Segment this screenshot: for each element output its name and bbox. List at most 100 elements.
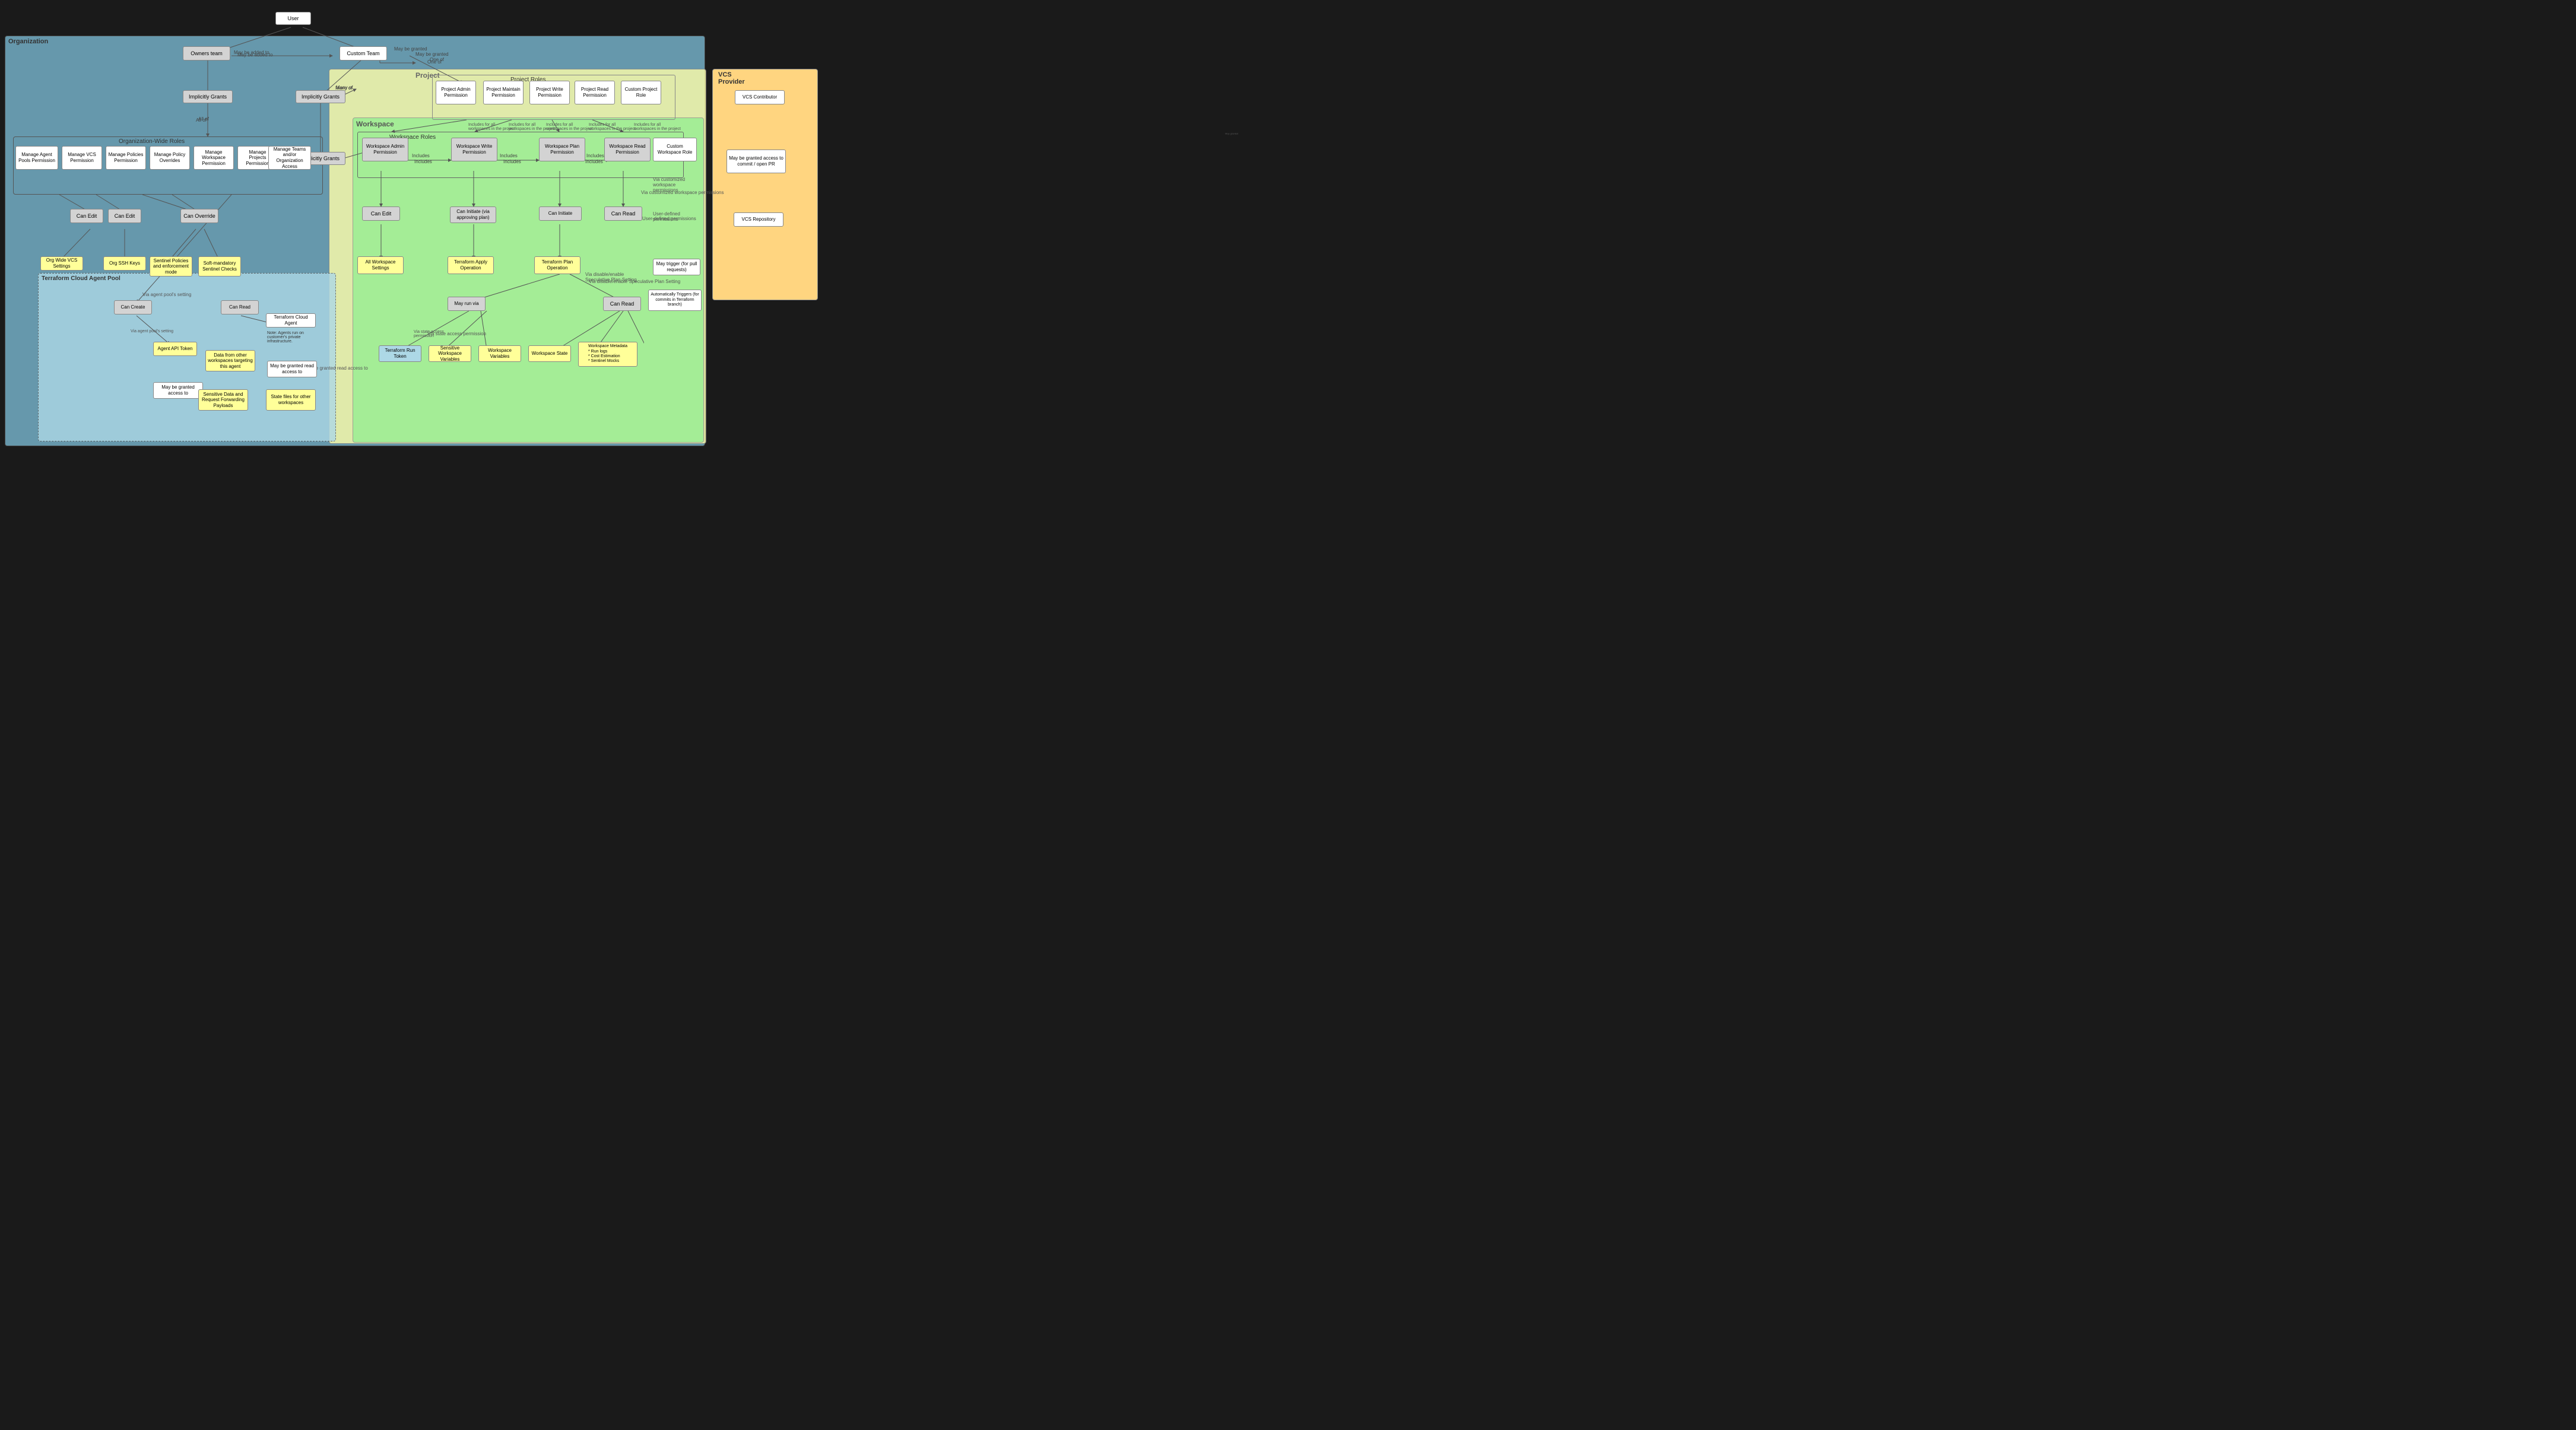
- terraform-plan-op-label: Terraform Plan Operation: [537, 259, 578, 271]
- auto-triggers-label: Automatically Triggers (for commits in T…: [651, 293, 699, 307]
- manage-policy-overrides-node: Manage Policy Overrides: [150, 146, 190, 170]
- edge-may-be-granted: May be granted: [415, 52, 449, 57]
- can-read-agent-label: Can Read: [229, 304, 250, 310]
- user-defined-label: User-defined permissions: [653, 211, 700, 222]
- workspace-admin-label: Workspace Admin Permission: [364, 144, 406, 155]
- may-run-via-label: May run via: [454, 301, 478, 307]
- manage-workspace-node: Manage Workspace Permission: [193, 146, 234, 170]
- all-workspace-settings-node: All Workspace Settings: [357, 256, 404, 274]
- may-be-granted-access-label: May be granted access to: [156, 384, 201, 396]
- workspace-read-node: Workspace Read Permission: [604, 138, 651, 161]
- all-of-label: All of: [198, 116, 209, 122]
- workspace-label: Workspace: [356, 120, 394, 128]
- vcs-label: VCS Provider: [718, 71, 745, 85]
- can-create-label: Can Create: [121, 304, 145, 310]
- edge-includes-all-4: Includes for allworkspaces in the projec…: [589, 123, 636, 131]
- custom-team-label: Custom Team: [347, 50, 379, 57]
- all-workspace-settings-label: All Workspace Settings: [360, 259, 401, 271]
- manage-policy-overrides-label: Manage Policy Overrides: [152, 152, 188, 163]
- may-be-granted-vcs-label: May be granted access to commit / open P…: [729, 155, 783, 167]
- workspace-variables-node: Workspace Variables: [478, 345, 521, 362]
- project-admin-label: Project Admin Permission: [438, 87, 474, 98]
- terraform-apply-node: Terraform Apply Operation: [448, 256, 494, 274]
- sensitive-data-label: Sensitive Data and Request Forwarding Pa…: [201, 392, 246, 409]
- tf-cloud-agent-node: Terraform Cloud Agent: [266, 313, 316, 328]
- workspace-write-label: Workspace Write Permission: [453, 144, 495, 155]
- sentinel-policies-node: Sentinel Policies and enforcement mode: [150, 256, 192, 277]
- project-read-node: Project Read Permission: [575, 81, 615, 104]
- user-node: User: [275, 12, 311, 25]
- org-roles-label: Organization-Wide Roles: [119, 138, 185, 145]
- workspace-state-node: Workspace State: [528, 345, 571, 362]
- can-initiate-via-node: Can Initiate (via approving plan): [450, 206, 496, 223]
- edge-includes-all-3: Includes for allworkspaces in the projec…: [546, 123, 593, 131]
- can-edit-ws-node: Can Edit: [362, 206, 400, 221]
- many-of-label: Many of: [335, 85, 352, 91]
- workspace-read-label: Workspace Read Permission: [607, 144, 648, 155]
- edge-includes-3: Includes: [585, 159, 603, 164]
- can-edit-ws-label: Can Edit: [371, 211, 392, 217]
- may-trigger-label: May trigger (for pull requests): [655, 261, 698, 272]
- agent-pool-data-label: Data from other workspaces targeting thi…: [208, 352, 253, 370]
- via-customized-label: Via customized workspace permissions: [653, 177, 700, 193]
- terraform-plan-op-node: Terraform Plan Operation: [534, 256, 580, 274]
- one-of-label: One of: [430, 57, 444, 62]
- can-edit-2-label: Can Edit: [115, 213, 135, 220]
- includes-lbl-2: Includes: [500, 153, 518, 158]
- workspace-metadata-label: Workspace Metadata * Run logs * Cost Est…: [588, 344, 627, 364]
- can-read-ws-node: Can Read: [604, 206, 642, 221]
- edge-may-added-label: May be added to: [234, 50, 269, 55]
- sentinel-policies-label: Sentinel Policies and enforcement mode: [152, 258, 190, 275]
- agent-pool-label: Terraform Cloud Agent Pool: [42, 275, 120, 282]
- manage-policies-label: Manage Policies Permission: [108, 152, 144, 163]
- includes-lbl-3: Includes: [586, 153, 604, 158]
- owners-team-label: Owners team: [191, 50, 223, 57]
- workspace-plan-label: Workspace Plan Permission: [541, 144, 583, 155]
- may-run-via-node: May run via: [448, 297, 486, 311]
- org-label: Organization: [8, 38, 48, 45]
- can-edit-2-node: Can Edit: [108, 209, 141, 223]
- can-create-node: Can Create: [114, 300, 152, 314]
- terraform-apply-label: Terraform Apply Operation: [450, 259, 491, 271]
- via-disable-label: Via disable/enable Speculative Plan Sett…: [585, 272, 639, 282]
- vcs-contributor-label: VCS Contributor: [743, 94, 777, 100]
- custom-team-node: Custom Team: [340, 46, 387, 61]
- manage-agent-pools-label: Manage Agent Pools Permission: [18, 152, 56, 163]
- agent-pool-region: [38, 273, 336, 441]
- can-initiate-node: Can Initiate: [539, 206, 582, 221]
- can-initiate-label: Can Initiate: [548, 211, 572, 217]
- workspace-plan-node: Workspace Plan Permission: [539, 138, 585, 161]
- terraform-run-token-node: Terraform Run Token: [379, 345, 421, 362]
- implicitly-grants-2-label: Implicitly Grants: [302, 94, 340, 100]
- agent-pool-data-node: Data from other workspaces targeting thi…: [205, 350, 255, 371]
- edge-includes-all-5: Includes for allworkspaces in the projec…: [634, 123, 681, 131]
- can-read-ws2-node: Can Read: [603, 297, 641, 311]
- project-maintain-node: Project Maintain Permission: [483, 81, 524, 104]
- edge-via-agent-pools: Via agent pool's setting: [142, 292, 191, 297]
- manage-agent-pools-node: Manage Agent Pools Permission: [15, 146, 58, 170]
- can-read-ws-label: Can Read: [611, 211, 636, 217]
- may-be-granted-read-label: May be granted read access to: [269, 363, 315, 374]
- org-ssh-keys-label: Org SSH Keys: [109, 260, 140, 266]
- edge-may-granted: May granted: [1225, 132, 1238, 135]
- user-label: User: [287, 15, 299, 22]
- owners-team-node: Owners team: [183, 46, 230, 61]
- can-read-ws2-label: Can Read: [610, 301, 635, 307]
- custom-project-role-node: Custom Project Role: [621, 81, 661, 104]
- terraform-run-token-label: Terraform Run Token: [381, 348, 419, 359]
- state-files-label: State files for other workspaces: [268, 394, 313, 405]
- custom-project-role-label: Custom Project Role: [623, 87, 659, 98]
- manage-teams-node: Manage Teams and/or Organization Access: [268, 146, 311, 170]
- sensitive-workspace-vars-node: Sensitive Workspace Variables: [429, 345, 471, 362]
- manage-teams-label: Manage Teams and/or Organization Access: [271, 147, 309, 169]
- workspace-admin-node: Workspace Admin Permission: [362, 138, 408, 161]
- vcs-repo-node: VCS Repository: [734, 212, 783, 227]
- can-override-label: Can Override: [183, 213, 215, 220]
- vcs-contributor-node: VCS Contributor: [735, 90, 785, 104]
- may-be-granted-access-node: May be granted access to: [153, 382, 203, 399]
- manage-vcs-label: Manage VCS Permission: [64, 152, 100, 163]
- may-be-granted-label: May be granted: [394, 46, 427, 52]
- project-admin-node: Project Admin Permission: [436, 81, 476, 104]
- implicitly-grants-1-label: Implicitly Grants: [189, 94, 227, 100]
- can-override-node: Can Override: [180, 209, 218, 223]
